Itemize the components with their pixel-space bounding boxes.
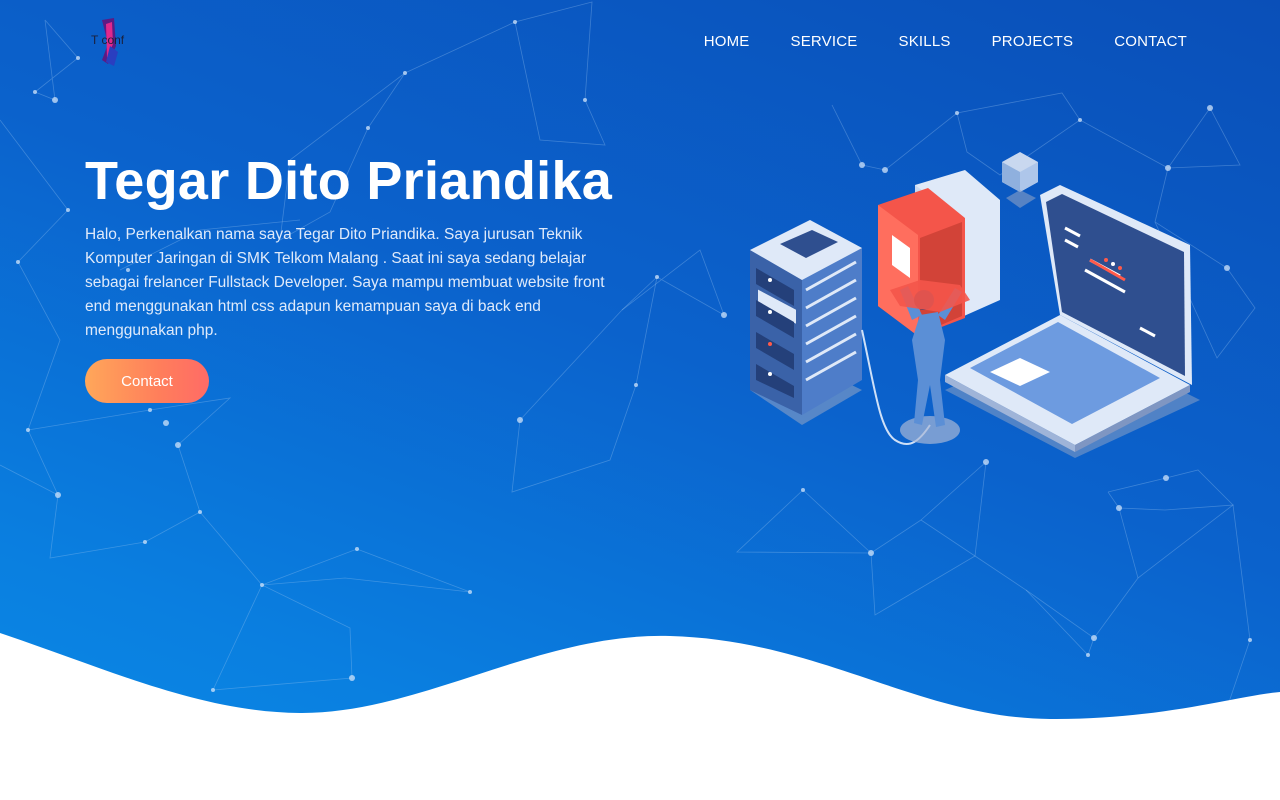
nav-service[interactable]: SERVICE: [791, 33, 858, 50]
brand-logo[interactable]: T conf: [88, 16, 144, 70]
hero-section: T conf HOME SERVICE SKILLS PROJECTS CONT…: [0, 0, 1280, 800]
hero-bio: Halo, Perkenalkan nama saya Tegar Dito P…: [85, 226, 605, 339]
nav-projects[interactable]: PROJECTS: [992, 33, 1074, 50]
contact-button[interactable]: Contact: [85, 359, 209, 403]
cube-icon: [1002, 152, 1038, 208]
logo-text: T conf: [91, 33, 125, 47]
nav-contact[interactable]: CONTACT: [1114, 33, 1187, 50]
nav-skills[interactable]: SKILLS: [899, 33, 951, 50]
hero-illustration: [750, 152, 1200, 458]
wave-divider: [0, 633, 1280, 800]
server-illustration: [750, 220, 862, 425]
nav-home[interactable]: HOME: [704, 33, 750, 50]
page-title: Tegar Dito Priandika: [85, 151, 613, 211]
person-illustration: [890, 280, 970, 444]
main-nav: HOME SERVICE SKILLS PROJECTS CONTACT: [704, 33, 1187, 50]
